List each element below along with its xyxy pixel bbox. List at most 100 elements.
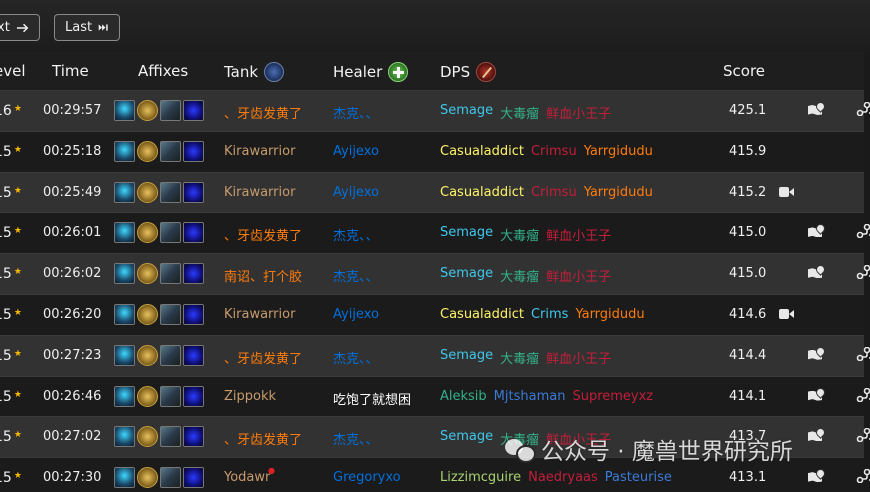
- dps-name-link[interactable]: Naedryaas: [528, 470, 598, 485]
- tank-name-link[interactable]: Kirawarrior: [224, 307, 295, 322]
- affix-1-icon[interactable]: [114, 140, 135, 162]
- dps-name-link[interactable]: Crims: [531, 307, 568, 322]
- dps-name-link[interactable]: Yarrgidudu: [584, 185, 653, 200]
- affix-1-icon[interactable]: [114, 222, 135, 244]
- affix-2-icon[interactable]: [137, 344, 158, 366]
- affix-3-icon[interactable]: [160, 385, 181, 407]
- route-icon[interactable]: [856, 265, 870, 280]
- dps-name-link[interactable]: 大毒瘤: [500, 103, 539, 122]
- affix-1-icon[interactable]: [114, 344, 135, 366]
- affix-1-icon[interactable]: [114, 385, 135, 407]
- tank-name-link[interactable]: 、牙齿发黄了: [224, 103, 302, 122]
- tank-name-link[interactable]: 、牙齿发黄了: [224, 429, 302, 448]
- tank-name-link[interactable]: Zippokk: [224, 389, 276, 404]
- affix-3-icon[interactable]: [160, 181, 181, 203]
- affix-1-icon[interactable]: [114, 426, 135, 448]
- dps-name-link[interactable]: 大毒瘤: [500, 225, 539, 244]
- route-icon[interactable]: [856, 346, 870, 361]
- dps-name-link[interactable]: 鲜血小王子: [546, 225, 611, 244]
- dps-name-link[interactable]: Crimsu: [531, 185, 577, 200]
- dps-name-link[interactable]: Crimsu: [531, 144, 577, 159]
- tank-name-link[interactable]: 、牙齿发黄了: [224, 348, 302, 367]
- video-icon[interactable]: [779, 186, 794, 197]
- video-icon[interactable]: [779, 308, 794, 319]
- col-score-header[interactable]: Score: [723, 62, 765, 80]
- tank-name-link[interactable]: Yodawr: [224, 470, 270, 485]
- affix-4-icon[interactable]: [183, 140, 204, 162]
- map-icon[interactable]: [808, 428, 824, 442]
- dps-name-link[interactable]: Semage: [440, 348, 493, 367]
- healer-name-link[interactable]: 吃饱了就想困: [333, 389, 411, 408]
- affix-1-icon[interactable]: [114, 467, 135, 489]
- dps-name-link[interactable]: Lizzimcguire: [440, 470, 521, 485]
- affix-3-icon[interactable]: [160, 344, 181, 366]
- dps-name-link[interactable]: 鲜血小王子: [546, 103, 611, 122]
- affix-4-icon[interactable]: [183, 467, 204, 489]
- col-time-header[interactable]: Time: [52, 62, 89, 80]
- map-icon[interactable]: [808, 102, 824, 116]
- affix-3-icon[interactable]: [160, 467, 181, 489]
- healer-name-link[interactable]: 杰克、、: [333, 225, 379, 244]
- dps-name-link[interactable]: 大毒瘤: [500, 348, 539, 367]
- dps-name-link[interactable]: Casualaddict: [440, 144, 524, 159]
- dps-name-link[interactable]: Yarrgidudu: [575, 307, 644, 322]
- table-row[interactable]: 15★ 00:27:23 、牙齿发黄了 杰克、、 Semage 大毒瘤鲜血小王子 414.4: [0, 334, 870, 376]
- dps-name-link[interactable]: 大毒瘤: [500, 266, 539, 285]
- affix-1-icon[interactable]: [114, 303, 135, 325]
- affix-3-icon[interactable]: [160, 303, 181, 325]
- affix-2-icon[interactable]: [137, 303, 158, 325]
- affix-2-icon[interactable]: [137, 263, 158, 285]
- healer-name-link[interactable]: 杰克、、: [333, 429, 379, 448]
- affix-3-icon[interactable]: [160, 426, 181, 448]
- dps-name-link[interactable]: 鲜血小王子: [546, 266, 611, 285]
- affix-4-icon[interactable]: [183, 181, 204, 203]
- healer-name-link[interactable]: 杰克、、: [333, 103, 379, 122]
- map-icon[interactable]: [808, 347, 824, 361]
- map-icon[interactable]: [808, 224, 824, 238]
- affix-2-icon[interactable]: [137, 222, 158, 244]
- dps-name-link[interactable]: Semage: [440, 266, 493, 285]
- affix-3-icon[interactable]: [160, 100, 181, 121]
- healer-name-link[interactable]: Ayijexo: [333, 144, 379, 159]
- route-icon[interactable]: [856, 387, 870, 402]
- dps-name-link[interactable]: Mjtshaman: [494, 389, 566, 404]
- col-level-header[interactable]: evel: [0, 62, 26, 80]
- affix-2-icon[interactable]: [137, 426, 158, 448]
- tank-name-link[interactable]: 、牙齿发黄了: [224, 225, 302, 244]
- map-icon[interactable]: [808, 388, 824, 402]
- dps-name-link[interactable]: Supremeyxz: [572, 389, 653, 404]
- dps-name-link[interactable]: Semage: [440, 429, 493, 448]
- table-row[interactable]: 16★ 00:29:57 、牙齿发黄了 杰克、、 Semage 大毒瘤鲜血小王子 425.1: [0, 90, 870, 131]
- dps-name-link[interactable]: Casualaddict: [440, 307, 524, 322]
- affix-2-icon[interactable]: [137, 467, 158, 489]
- affix-1-icon[interactable]: [114, 263, 135, 285]
- tank-name-link[interactable]: 南诏、打个胶: [224, 266, 302, 285]
- healer-name-link[interactable]: Ayijexo: [333, 307, 379, 322]
- affix-2-icon[interactable]: [137, 181, 158, 203]
- route-icon[interactable]: [856, 469, 870, 484]
- affix-4-icon[interactable]: [183, 426, 204, 448]
- next-page-button[interactable]: xt: [0, 14, 40, 41]
- affix-4-icon[interactable]: [183, 100, 204, 121]
- dps-name-link[interactable]: Yarrgidudu: [584, 144, 653, 159]
- affix-1-icon[interactable]: [114, 100, 135, 121]
- route-icon[interactable]: [856, 224, 870, 239]
- affix-3-icon[interactable]: [160, 263, 181, 285]
- dps-name-link[interactable]: Pasteurise: [605, 470, 672, 485]
- table-row[interactable]: 15★ 00:26:02 南诏、打个胶 杰克、、 Semage 大毒瘤鲜血小王子 415.0: [0, 253, 870, 294]
- route-icon[interactable]: [856, 428, 870, 443]
- affix-3-icon[interactable]: [160, 140, 181, 162]
- affix-2-icon[interactable]: [137, 385, 158, 407]
- healer-name-link[interactable]: 杰克、、: [333, 348, 379, 367]
- table-row[interactable]: 15★ 00:25:18 Kirawarrior Ayijexo Casualaddic…: [0, 130, 864, 172]
- dps-name-link[interactable]: Aleksib: [440, 389, 487, 404]
- affix-1-icon[interactable]: [114, 181, 135, 203]
- map-icon[interactable]: [808, 469, 824, 483]
- tank-name-link[interactable]: Kirawarrior: [224, 144, 295, 159]
- affix-4-icon[interactable]: [183, 263, 204, 285]
- tank-name-link[interactable]: Kirawarrior: [224, 185, 295, 200]
- healer-name-link[interactable]: 杰克、、: [333, 266, 379, 285]
- affix-2-icon[interactable]: [137, 100, 158, 121]
- affix-3-icon[interactable]: [160, 222, 181, 244]
- healer-name-link[interactable]: Ayijexo: [333, 185, 379, 200]
